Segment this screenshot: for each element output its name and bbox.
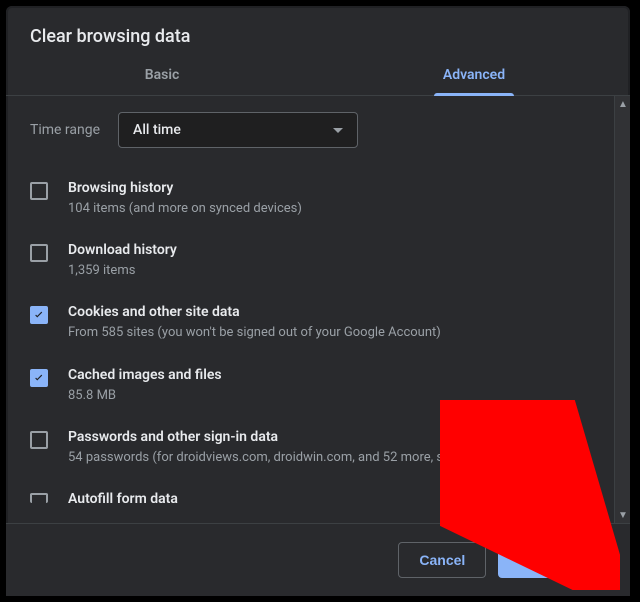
dialog-title: Clear browsing data: [6, 6, 630, 53]
chevron-down-icon: [333, 128, 343, 133]
data-type-row: Cookies and other site data From 585 sit…: [30, 294, 594, 356]
time-range-label: Time range: [30, 122, 100, 138]
data-type-text: Cached images and files 85.8 MB: [68, 367, 594, 405]
scroll-up-icon[interactable]: ▲: [615, 96, 630, 112]
checkbox-browsing-history[interactable]: [30, 182, 48, 200]
time-range-row: Time range All time: [30, 112, 594, 148]
data-type-title: Passwords and other sign-in data: [68, 429, 594, 445]
data-type-text: Browsing history 104 items (and more on …: [68, 180, 594, 218]
data-type-desc: 104 items (and more on synced devices): [68, 200, 594, 218]
tab-advanced[interactable]: Advanced: [318, 53, 630, 95]
data-type-title: Download history: [68, 242, 594, 258]
data-type-row: Passwords and other sign-in data 54 pass…: [30, 419, 594, 481]
clear-data-button[interactable]: Clear data: [498, 542, 606, 578]
data-type-text: Autofill form data: [68, 491, 594, 511]
checkbox-passwords[interactable]: [30, 431, 48, 449]
clear-browsing-data-dialog: Clear browsing data Basic Advanced Time …: [6, 6, 630, 596]
data-type-desc: 54 passwords (for droidviews.com, droidw…: [68, 449, 594, 467]
data-type-text: Download history 1,359 items: [68, 242, 594, 280]
dialog-body: Time range All time Browsing history 104…: [6, 96, 630, 523]
data-type-text: Passwords and other sign-in data 54 pass…: [68, 429, 594, 467]
checkbox-cached-images[interactable]: [30, 369, 48, 387]
data-type-row: Download history 1,359 items: [30, 232, 594, 294]
cancel-button[interactable]: Cancel: [398, 542, 486, 578]
data-type-desc: 1,359 items: [68, 262, 594, 280]
tabs: Basic Advanced: [6, 53, 630, 96]
checkbox-autofill[interactable]: [30, 493, 48, 503]
dialog-footer: Cancel Clear data: [6, 523, 630, 596]
data-type-desc: 85.8 MB: [68, 387, 594, 405]
scroll-down-icon[interactable]: ▼: [615, 507, 630, 523]
scrollbar[interactable]: ▲ ▼: [614, 96, 630, 523]
tab-basic[interactable]: Basic: [6, 53, 318, 95]
scrollbar-track[interactable]: [615, 112, 630, 507]
data-type-title: Cookies and other site data: [68, 304, 594, 320]
checkbox-download-history[interactable]: [30, 244, 48, 262]
data-type-text: Cookies and other site data From 585 sit…: [68, 304, 594, 342]
checkbox-cookies[interactable]: [30, 306, 48, 324]
data-type-desc: From 585 sites (you won't be signed out …: [68, 324, 594, 342]
data-type-row: Autofill form data: [30, 481, 594, 511]
scroll-content: Time range All time Browsing history 104…: [6, 96, 614, 523]
time-range-value: All time: [133, 122, 181, 138]
data-type-title: Autofill form data: [68, 491, 594, 507]
time-range-select[interactable]: All time: [118, 112, 358, 148]
data-type-title: Browsing history: [68, 180, 594, 196]
data-type-title: Cached images and files: [68, 367, 594, 383]
data-type-row: Cached images and files 85.8 MB: [30, 357, 594, 419]
data-type-row: Browsing history 104 items (and more on …: [30, 170, 594, 232]
